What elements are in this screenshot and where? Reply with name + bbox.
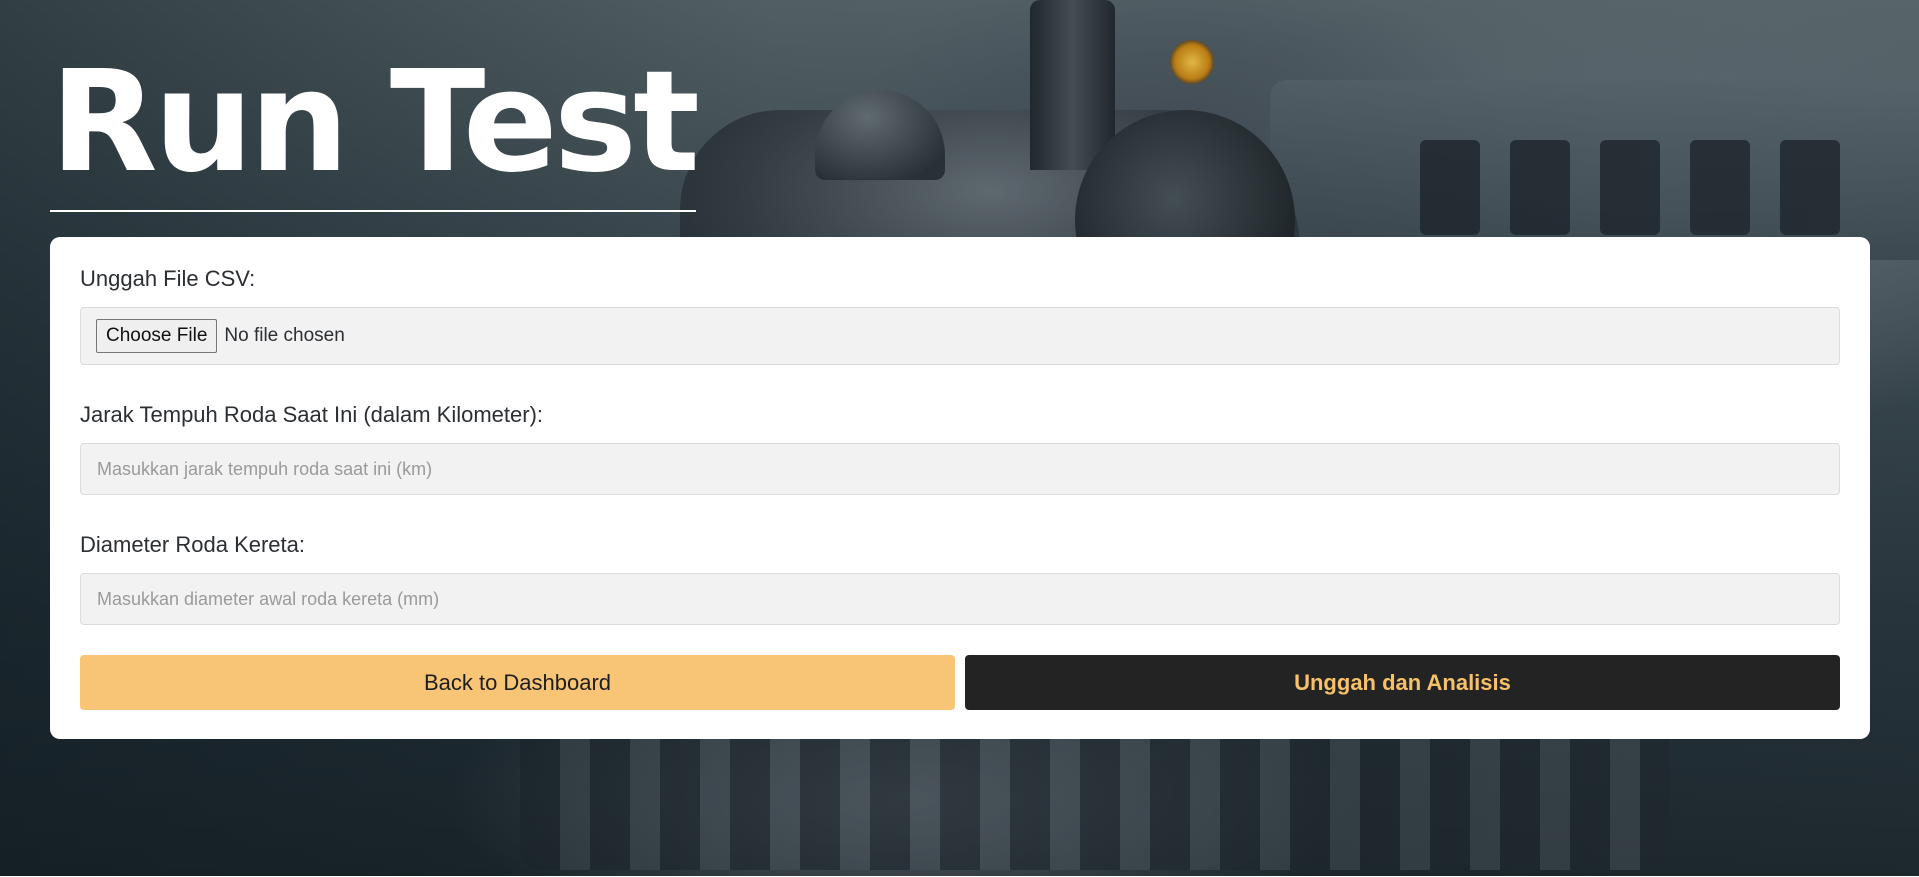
page-title: Run Test bbox=[50, 40, 700, 212]
back-to-dashboard-button[interactable]: Back to Dashboard bbox=[80, 655, 955, 710]
diameter-input[interactable] bbox=[80, 573, 1840, 625]
upload-analyze-button[interactable]: Unggah dan Analisis bbox=[965, 655, 1840, 710]
run-test-form: Unggah File CSV: Choose File No file cho… bbox=[50, 237, 1870, 739]
csv-upload-label: Unggah File CSV: bbox=[80, 266, 256, 291]
diameter-label: Diameter Roda Kereta: bbox=[80, 532, 305, 557]
file-status-text: No file chosen bbox=[224, 325, 345, 346]
action-buttons: Back to Dashboard Unggah dan Analisis bbox=[80, 655, 1840, 710]
choose-file-button[interactable]: Choose File bbox=[96, 319, 218, 353]
distance-label: Jarak Tempuh Roda Saat Ini (dalam Kilome… bbox=[80, 402, 544, 427]
csv-file-input[interactable]: Choose File No file chosen bbox=[80, 307, 1840, 365]
distance-input[interactable] bbox=[80, 443, 1840, 495]
